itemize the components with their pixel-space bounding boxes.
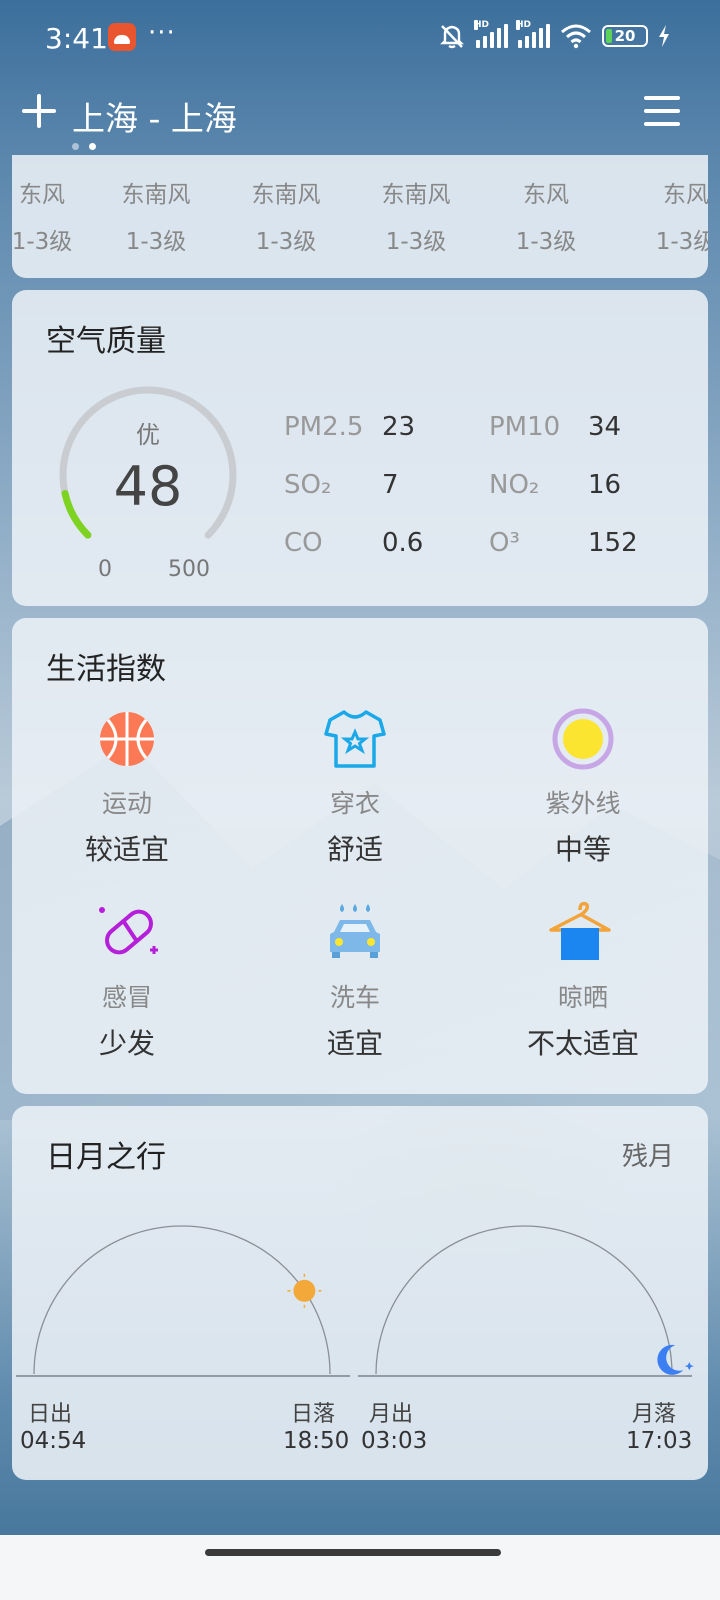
wind-level: 1-3级	[515, 229, 577, 255]
pollutant-value: 34	[588, 412, 622, 442]
status-icons: HD HD 20	[438, 20, 670, 50]
moonset-time: 17:03	[626, 1428, 693, 1454]
moon-position-icon	[657, 1344, 694, 1375]
life-index-name: 穿衣	[329, 789, 380, 818]
sun-uv-icon	[552, 708, 614, 770]
wind-level: 1-3级	[125, 229, 187, 255]
basketball-icon	[100, 712, 154, 766]
wind-forecast-strip[interactable]: 东风 1-3级 东南风 1-3级 东南风 1-3级 东南风 1-3级 东风 1-…	[12, 155, 708, 278]
menu-icon[interactable]	[644, 96, 680, 126]
wind-direction: 东风	[523, 182, 569, 208]
more-notifications-icon: ···	[148, 18, 176, 48]
aqi-scale-min: 0	[98, 557, 112, 582]
sunset-time: 18:50	[283, 1428, 350, 1454]
mute-bell-icon	[440, 25, 464, 49]
sunrise-time: 04:54	[20, 1428, 87, 1454]
life-index-title: 生活指数	[46, 652, 166, 687]
wind-direction: 东南风	[381, 182, 451, 208]
sun-moon-title: 日月之行	[46, 1140, 166, 1175]
wind-direction: 东南风	[251, 182, 321, 208]
aqi-gauge: 优 48 0 500	[58, 385, 238, 582]
battery-icon: 20	[602, 25, 648, 47]
sunset-label: 日落	[291, 1402, 336, 1427]
page-dot	[72, 143, 79, 150]
signal-1-icon: HD	[474, 20, 508, 48]
pollutant-name: PM10	[489, 412, 561, 442]
page-dot-active	[89, 143, 96, 150]
signal-2-icon: HD	[516, 20, 550, 48]
aqi-value: 48	[113, 455, 183, 518]
sun-moon-arcs	[16, 1225, 694, 1377]
bottom-area	[0, 1535, 720, 1600]
pollutant-value: 152	[588, 528, 638, 558]
aqi-scale-max: 500	[168, 557, 210, 582]
wind-level: 1-3级	[385, 229, 447, 255]
pollutant-value: 7	[382, 470, 399, 500]
life-index-value: 舒适	[326, 833, 383, 866]
battery-level: 20	[614, 27, 636, 45]
pollutant-name: CO	[284, 528, 323, 558]
air-quality-card[interactable]: 空气质量 优 48 0 500 PM2.5 23 PM10 34 SO₂ 7 N…	[12, 290, 708, 606]
wind-level: 1-3级	[655, 229, 708, 255]
wind-direction: 东风	[19, 182, 65, 208]
wind-level: 1-3级	[12, 229, 73, 255]
app-header: 上海 - 上海	[0, 80, 720, 150]
life-index-value: 中等	[554, 833, 611, 866]
pollutant-value: 0.6	[382, 528, 424, 558]
life-index-name: 晾晒	[557, 983, 608, 1012]
aqi-grade: 优	[136, 421, 160, 449]
life-index-value: 适宜	[326, 1027, 383, 1060]
sun-moon-card[interactable]: 日月之行 残月 日出 04:54 日落 18:50 月出 03:03 月落 17…	[12, 1106, 708, 1480]
wind-level: 1-3级	[255, 229, 317, 255]
life-index-card[interactable]: 生活指数 运动 较适宜 穿衣 舒适 紫外线 中等 感冒 少发 洗车 适宜 晾晒 …	[12, 618, 708, 1094]
moonrise-time: 03:03	[361, 1428, 428, 1454]
life-index-value: 不太适宜	[526, 1027, 639, 1060]
moonset-label: 月落	[632, 1402, 677, 1427]
notification-app-icon	[108, 23, 136, 51]
tshirt-icon	[324, 710, 386, 768]
pollutant-name: NO₂	[489, 470, 540, 500]
pollutant-name: O³	[489, 528, 520, 558]
sun-position-icon	[287, 1273, 322, 1308]
life-index-name: 紫外线	[545, 789, 621, 818]
add-city-icon[interactable]	[22, 94, 56, 128]
life-index-name: 感冒	[101, 983, 152, 1012]
charging-icon	[659, 25, 669, 47]
sun-arc	[33, 1225, 331, 1375]
status-bar: 3:41 ··· HD HD 20	[0, 0, 720, 78]
home-indicator[interactable]	[205, 1549, 501, 1556]
status-time: 3:41	[45, 22, 108, 55]
hanger-icon	[549, 901, 611, 960]
life-index-value: 较适宜	[84, 833, 169, 866]
life-index-name: 洗车	[329, 983, 380, 1012]
wind-direction: 东南风	[121, 182, 191, 208]
life-index-name: 运动	[101, 789, 152, 818]
moon-phase: 残月	[621, 1142, 674, 1172]
city-page-indicator	[72, 143, 96, 150]
moonrise-label: 月出	[369, 1402, 414, 1427]
pill-icon	[99, 907, 158, 955]
wifi-icon	[561, 24, 591, 49]
pollutant-name: PM2.5	[284, 412, 364, 442]
car-wash-icon	[330, 904, 380, 958]
wind-direction: 东风	[663, 182, 708, 208]
pollutant-name: SO₂	[284, 470, 332, 500]
life-index-value: 少发	[98, 1027, 155, 1060]
city-name[interactable]: 上海 - 上海	[72, 92, 237, 140]
pollutant-value: 23	[382, 412, 416, 442]
sunrise-label: 日出	[28, 1402, 73, 1427]
pollutant-value: 16	[588, 470, 622, 500]
moon-arc	[375, 1225, 673, 1375]
air-quality-title: 空气质量	[46, 324, 166, 359]
